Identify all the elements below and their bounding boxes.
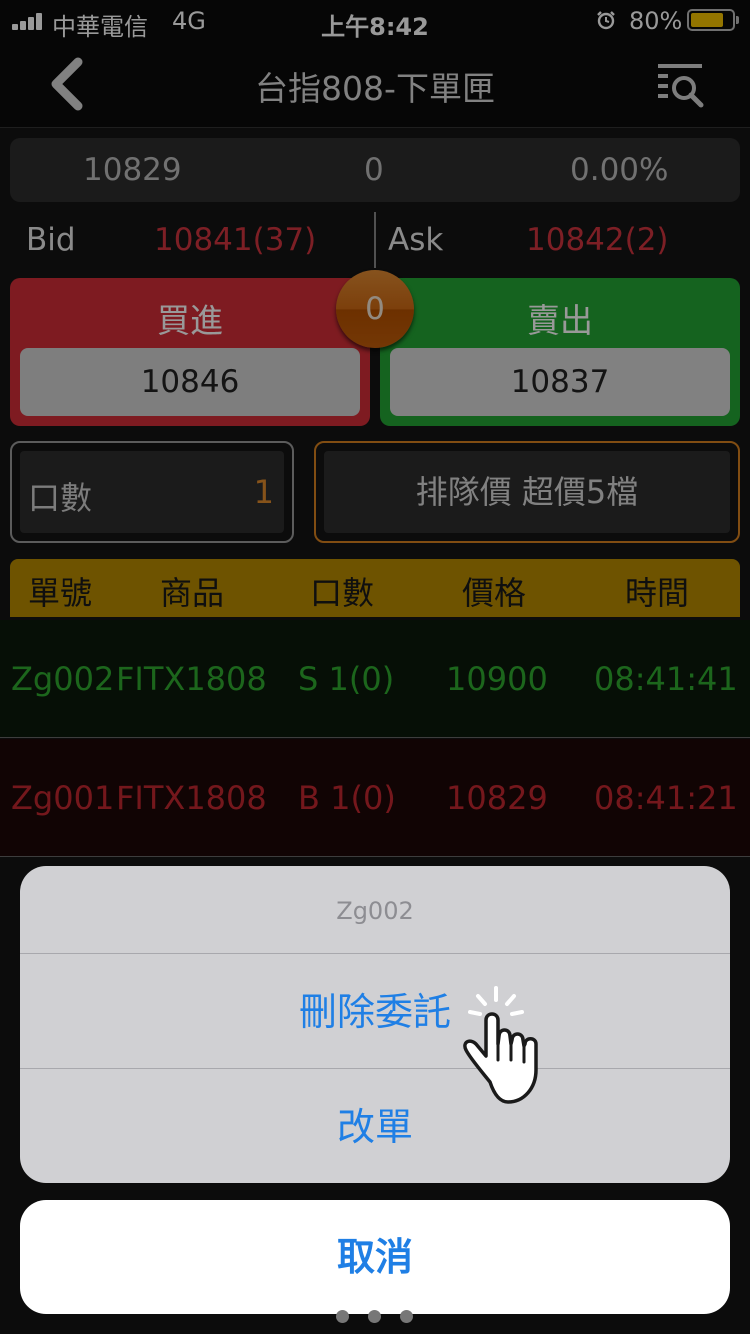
tap-hand-icon [463, 986, 538, 1104]
modify-order-button[interactable]: 改單 [20, 1070, 730, 1183]
action-sheet-title: Zg002 [20, 866, 730, 954]
action-sheet: Zg002 刪除委託 改單 [20, 866, 730, 1183]
cancel-button[interactable]: 取消 [20, 1200, 730, 1314]
delete-order-button[interactable]: 刪除委託 [20, 955, 730, 1069]
page-indicator [330, 1310, 420, 1324]
